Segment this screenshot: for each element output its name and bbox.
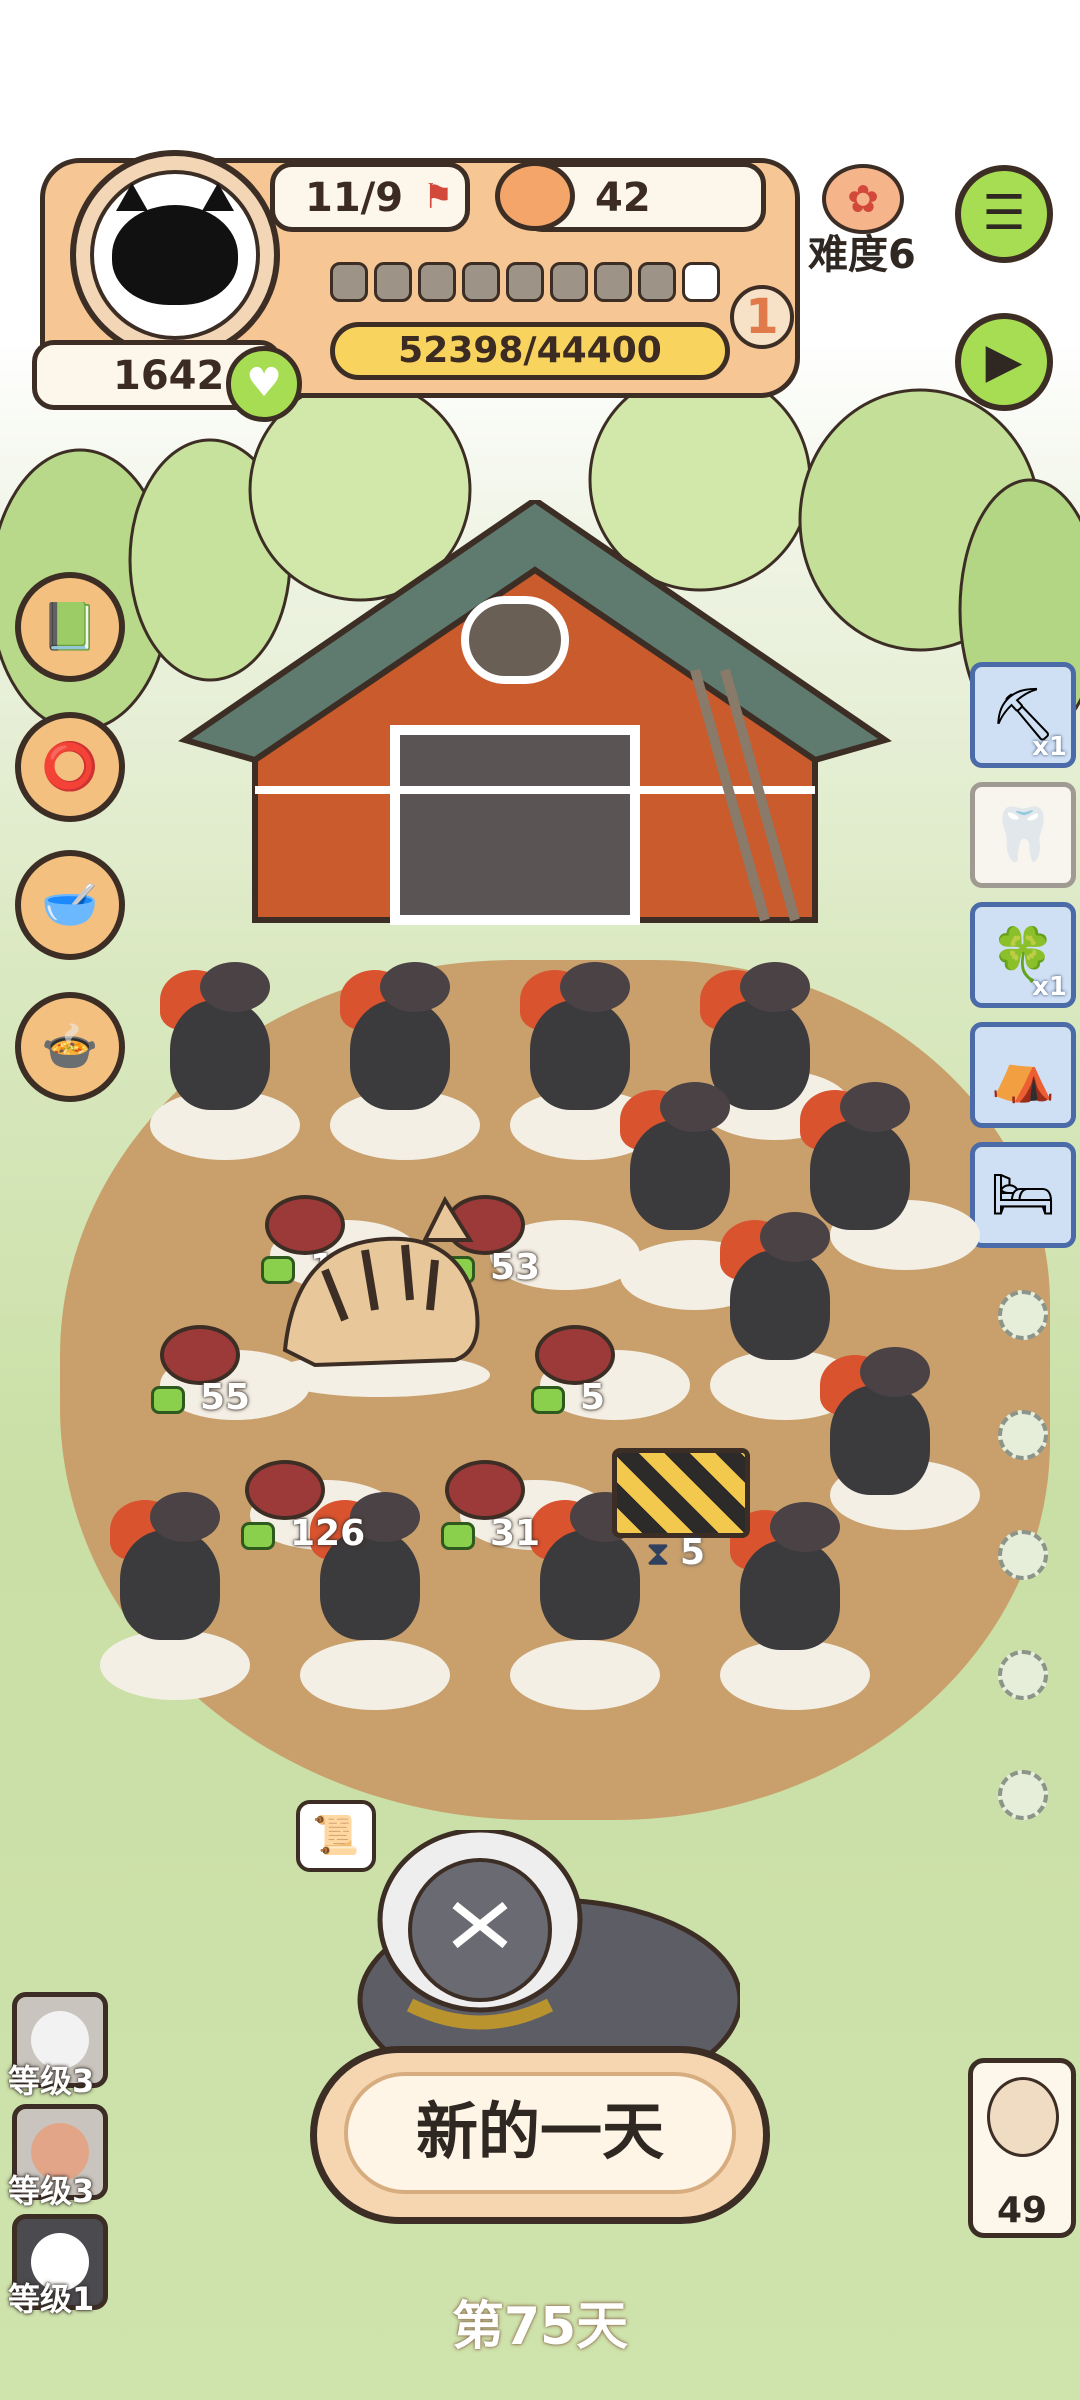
barrier-obstacle[interactable] bbox=[612, 1448, 750, 1538]
food-tag-icon bbox=[151, 1386, 185, 1414]
nest-pad[interactable] bbox=[720, 1640, 870, 1710]
vulture-bird[interactable] bbox=[110, 1490, 230, 1640]
vulture-bird[interactable] bbox=[620, 1080, 740, 1230]
sabertooth-tiger[interactable] bbox=[255, 1180, 505, 1400]
meat-icon[interactable] bbox=[445, 1460, 525, 1520]
meat-count: 55 bbox=[200, 1377, 251, 1418]
day-counter: 第75天 bbox=[451, 2297, 629, 2357]
food-tag-icon bbox=[441, 1522, 475, 1550]
pet-level-label: 等级1 bbox=[8, 2280, 95, 2318]
vulture-bird[interactable] bbox=[820, 1345, 940, 1495]
nest-pad[interactable] bbox=[510, 1640, 660, 1710]
meat-count: 5 bbox=[580, 1377, 606, 1418]
meat-count: 31 bbox=[490, 1513, 541, 1554]
meat-icon[interactable] bbox=[535, 1325, 615, 1385]
nest-pad[interactable] bbox=[300, 1640, 450, 1710]
owl-count: 49 bbox=[996, 2190, 1048, 2231]
food-tag-icon bbox=[241, 1522, 275, 1550]
vulture-bird[interactable] bbox=[340, 960, 460, 1110]
owl-icon bbox=[987, 2077, 1059, 2157]
vulture-bird[interactable] bbox=[800, 1080, 920, 1230]
vulture-bird[interactable] bbox=[160, 960, 280, 1110]
meat-icon[interactable] bbox=[160, 1325, 240, 1385]
pet-level-label: 等级3 bbox=[8, 2062, 95, 2100]
meat-count: 126 bbox=[290, 1513, 366, 1554]
meat-icon[interactable] bbox=[245, 1460, 325, 1520]
timer-count: 5 bbox=[680, 1532, 706, 1573]
hourglass-icon: ⧗ bbox=[646, 1534, 670, 1574]
food-tag-icon bbox=[531, 1386, 565, 1414]
nest-pad[interactable] bbox=[100, 1630, 250, 1700]
vulture-bird[interactable] bbox=[720, 1210, 840, 1360]
pet-level-label: 等级3 bbox=[8, 2172, 95, 2210]
new-day-label[interactable]: 新的一天 bbox=[344, 2072, 736, 2194]
bear-character[interactable] bbox=[350, 1830, 740, 2080]
